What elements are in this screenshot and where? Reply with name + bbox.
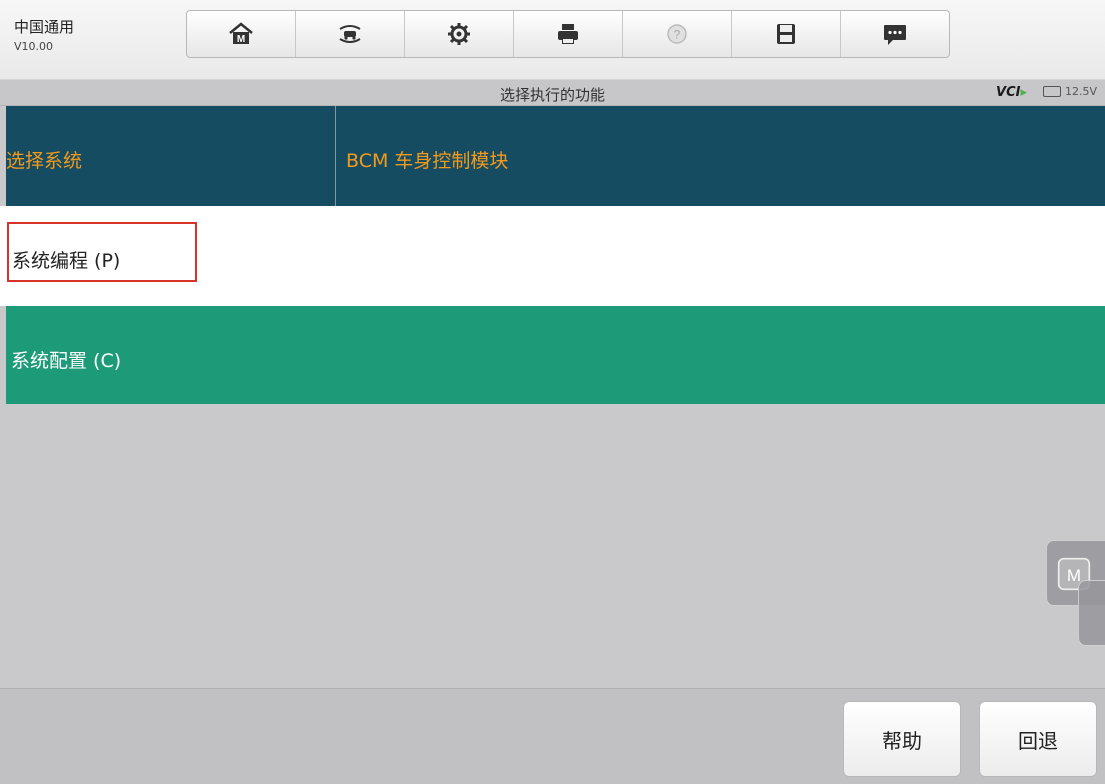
battery-icon <box>1042 86 1061 97</box>
save-button[interactable] <box>732 11 841 57</box>
printer-icon <box>558 24 578 44</box>
settings-button[interactable] <box>405 11 514 57</box>
floating-tools-shortcut[interactable] <box>1078 580 1105 646</box>
home-icon: M <box>229 22 253 45</box>
header-module-label: BCM 车身控制模块 <box>346 150 509 172</box>
bottom-bar: 帮助 回退 <box>0 688 1105 784</box>
print-button[interactable] <box>514 11 623 57</box>
vehicle-swap-icon <box>339 25 361 43</box>
vci-status: VCI▸ <box>996 85 1027 100</box>
function-item-programming[interactable]: 系统编程 (P) <box>0 206 1105 306</box>
gear-icon <box>448 23 470 45</box>
battery-status: 12.5V <box>1042 85 1097 98</box>
header-system-label: 选择系统 <box>6 150 83 172</box>
svg-text:M: M <box>237 34 245 45</box>
top-bar: 中国通用 V10.00 M ? <box>0 0 1105 80</box>
help-tool-button[interactable]: ? <box>623 11 732 57</box>
function-item-label: 系统编程 (P) <box>12 250 121 272</box>
header-cell-system: 选择系统 <box>6 106 336 206</box>
app-version: V10.00 <box>14 40 54 53</box>
message-icon <box>884 25 906 45</box>
battery-voltage: 12.5V <box>1064 85 1097 98</box>
message-button[interactable] <box>841 11 949 57</box>
vci-connected-icon: ▸ <box>1020 85 1027 100</box>
back-button[interactable]: 回退 <box>979 701 1097 777</box>
home-button[interactable]: M <box>187 11 296 57</box>
save-icon <box>777 24 795 44</box>
app-name: 中国通用 <box>14 18 75 36</box>
vci-label: VCI <box>996 85 1021 100</box>
function-item-configuration[interactable]: 系统配置 (C) <box>6 306 1105 404</box>
help-icon: ? <box>667 24 687 44</box>
title-bar: 选择执行的功能 VCI▸ 12.5V <box>0 80 1105 106</box>
function-item-label: 系统配置 (C) <box>11 350 122 372</box>
svg-text:?: ? <box>674 28 681 42</box>
page-title: 选择执行的功能 <box>499 86 605 104</box>
selection-header: 选择系统 BCM 车身控制模块 <box>6 106 1105 206</box>
app-brand: 中国通用 V10.00 <box>14 16 74 53</box>
help-button[interactable]: 帮助 <box>843 701 961 777</box>
toolbar: M ? <box>186 10 950 58</box>
vehicle-swap-button[interactable] <box>296 11 405 57</box>
